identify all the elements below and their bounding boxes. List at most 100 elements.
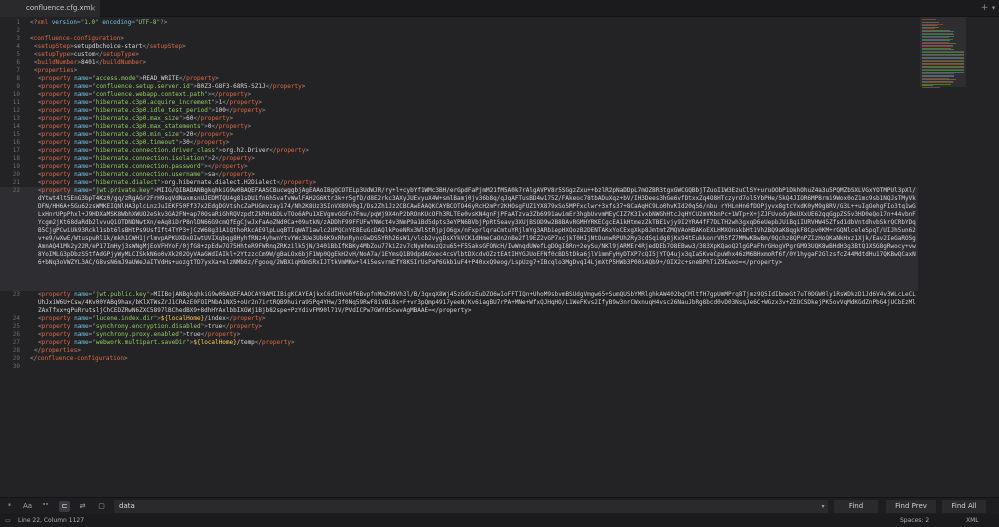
code-token: =" <box>88 107 96 114</box>
wrap-toggle-icon[interactable]: ⊏ <box>59 501 70 512</box>
line-number: 18 <box>12 155 20 162</box>
tab-menu-icon[interactable]: ▾ <box>989 0 998 17</box>
code-token: 100 <box>215 107 226 114</box>
code-line[interactable]: <property name="hibernate.dialect">org.h… <box>30 179 916 187</box>
code-line[interactable]: <property name="hibernate.c3p0.idle_test… <box>30 107 916 115</box>
minimap-line <box>922 86 941 88</box>
code-line[interactable]: <buildNumber>8401</buildNumber> <box>30 59 916 67</box>
regex-toggle-icon[interactable]: * <box>4 501 15 512</box>
code-line[interactable]: <property name="webwork.multipart.saveDi… <box>30 339 916 347</box>
code-line[interactable]: <property name="hibernate.c3p0.timeout">… <box>30 139 916 147</box>
find-all-button[interactable]: Find All <box>942 500 986 513</box>
line-number: 24 <box>12 315 20 322</box>
code-line[interactable]: <property name="hibernate.c3p0.min_size"… <box>30 131 916 139</box>
in-selection-toggle-icon[interactable]: ⇄ <box>77 501 88 512</box>
code-token: =" <box>88 315 96 322</box>
code-token: property <box>229 323 259 330</box>
code-token: property <box>41 123 71 130</box>
find-history-chevron-down-icon[interactable]: ▾ <box>818 500 828 513</box>
code-line[interactable]: <property name="hibernate.connection.pas… <box>30 163 916 171</box>
tab-bar: ◂ confluence.cfg.xml × + ▾ <box>0 0 999 17</box>
code-token: ${localHome} <box>160 315 205 322</box>
code-line[interactable] <box>30 363 916 371</box>
code-token: =" <box>88 291 96 298</box>
code-token: "> <box>153 315 161 322</box>
code-token: =" <box>88 139 96 146</box>
code-line[interactable]: <property name="hibernate.connection.dri… <box>30 147 916 155</box>
code-line[interactable]: <property name="confluence.webapp.contex… <box>30 91 916 99</box>
code-editor[interactable]: 1 2 3 4 5 6 7 8 9 10 11 12 13 14 15 16 17 18 19 20 21 22 23 24 2… <box>0 17 918 497</box>
code-line[interactable]: <property name="hibernate.connection.iso… <box>30 155 916 163</box>
code-line[interactable]: <property name="hibernate.connection.use… <box>30 171 916 179</box>
code-line[interactable]: <confluence-configuration> <box>30 35 916 43</box>
line-number: 14 <box>12 123 20 130</box>
code-token: property <box>229 99 259 106</box>
find-prev-button[interactable]: Find Prev <box>886 500 936 513</box>
code-token: setupType <box>37 51 71 58</box>
status-bar: ▭ Line 22, Column 1127 Spaces: 2 XML <box>0 514 999 527</box>
whole-word-toggle-icon[interactable]: "" <box>40 501 51 512</box>
code-line[interactable] <box>30 27 916 35</box>
code-line[interactable]: </confluence-configuration> <box>30 355 916 363</box>
line-number: 27 <box>12 339 20 346</box>
minimap[interactable] <box>918 17 999 497</box>
code-token: > <box>236 331 241 338</box>
code-token: name <box>70 187 89 194</box>
code-token: property <box>41 323 71 330</box>
code-token: custom <box>73 51 96 58</box>
code-token: property <box>41 187 71 194</box>
code-token: hibernate.c3p0.max_statements <box>95 123 201 130</box>
code-token: property <box>41 155 71 162</box>
code-token: /index <box>204 315 226 322</box>
code-token: true <box>186 331 201 338</box>
code-token: > <box>73 67 78 74</box>
code-line[interactable]: <property name="hibernate.c3p0.acquire_i… <box>30 99 916 107</box>
code-token: name <box>70 139 89 146</box>
code-area[interactable]: <?xml version="1.0" encoding="UTF-8"?> <c… <box>30 17 916 497</box>
code-line[interactable]: <property name="synchrony.proxy.enabled"… <box>30 331 916 339</box>
code-line[interactable]: <property name="hibernate.c3p0.max_size"… <box>30 115 916 123</box>
code-token: > <box>215 75 219 82</box>
code-token: hibernate.connection.driver_class <box>95 147 216 154</box>
code-token: name <box>70 291 89 298</box>
new-tab-icon[interactable]: + <box>980 0 989 17</box>
code-token: property <box>207 331 237 338</box>
code-token: B0Z3-G8F3-68R5-SZ1J <box>196 83 266 90</box>
highlight-matches-toggle-icon[interactable]: ▢ <box>96 501 107 512</box>
code-token: name <box>70 315 89 322</box>
code-line[interactable]: <property name="synchrony.encryption.dis… <box>30 323 916 331</box>
code-token: </ <box>265 83 273 90</box>
indentation-setting[interactable]: Spaces: 2 <box>900 514 940 527</box>
code-token: > <box>247 123 252 130</box>
code-token: property <box>200 131 230 138</box>
code-line[interactable]: </properties> <box>30 347 916 355</box>
code-line[interactable]: <setupType>custom</setupType> <box>30 51 916 59</box>
code-token: org.h2.Driver <box>222 147 270 154</box>
code-line[interactable]: <property name="hibernate.c3p0.max_state… <box>30 123 916 131</box>
code-line[interactable]: <property name="jwt.public.key">MIIBojAN… <box>30 291 916 315</box>
code-token: name <box>70 155 89 162</box>
syntax-selector[interactable]: XML <box>966 514 996 527</box>
find-button[interactable]: Find <box>834 500 878 513</box>
code-token: name <box>70 123 89 130</box>
code-line[interactable]: <property name="access.mode">READ_WRITE<… <box>30 75 916 83</box>
code-token: =" <box>88 91 96 98</box>
case-sensitive-toggle-icon[interactable]: Aa <box>22 501 33 512</box>
code-line[interactable]: <properties> <box>30 67 916 75</box>
code-token: =" <box>88 83 96 90</box>
line-number: 8 <box>16 75 20 82</box>
code-token: </ <box>222 99 230 106</box>
code-line[interactable]: <setupStep>setupdbchoice-start</setupSte… <box>30 43 916 51</box>
line-number: 7 <box>16 67 20 74</box>
code-token: "> <box>200 123 208 130</box>
code-line[interactable]: <?xml version="1.0" encoding="UTF-8"?> <box>30 19 916 27</box>
find-input[interactable] <box>114 500 828 513</box>
code-line[interactable]: <property name="jwt.private.key">MIIG/QI… <box>30 187 916 291</box>
code-line[interactable]: <property name="lucene.index.dir">${loca… <box>30 315 916 323</box>
panel-toggle-icon[interactable]: ▭ <box>4 514 12 527</box>
tab-close-icon[interactable]: × <box>88 0 98 17</box>
code-line[interactable]: <property name="confluence.setup.server.… <box>30 83 916 91</box>
line-number: 25 <box>12 323 20 330</box>
code-token: "> <box>207 107 216 114</box>
tab-confluence-cfg[interactable]: confluence.cfg.xml <box>0 0 100 17</box>
